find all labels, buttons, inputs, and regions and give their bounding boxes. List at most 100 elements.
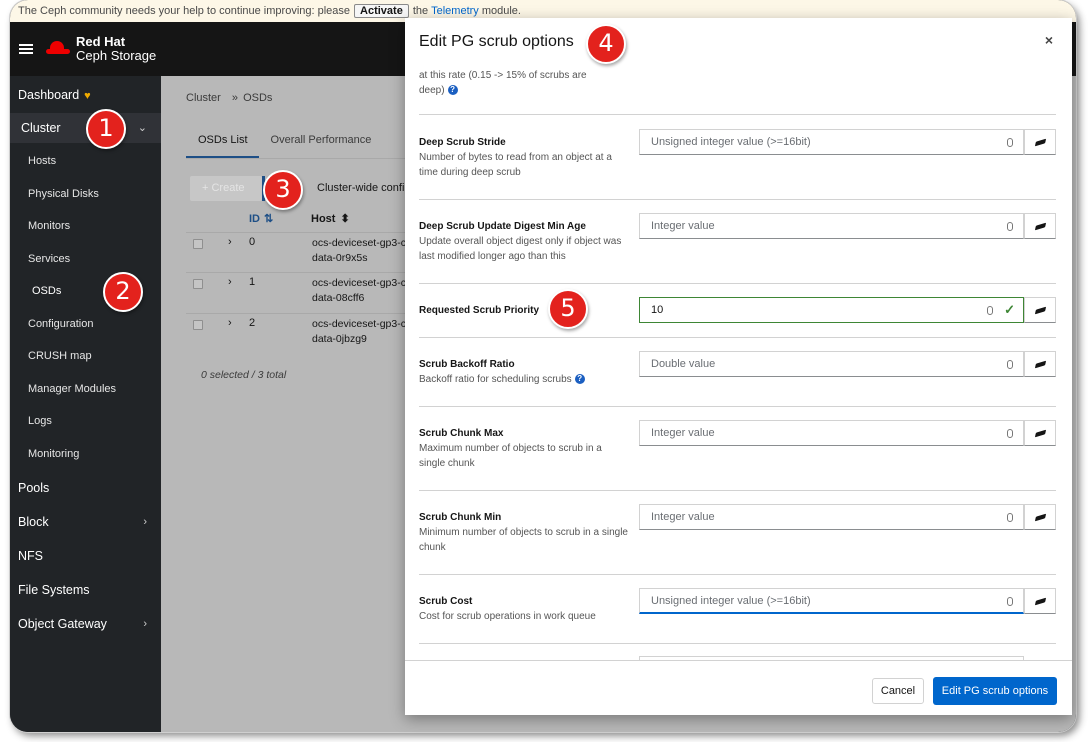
- spinner-icon[interactable]: [1007, 513, 1013, 522]
- row-host-line2: data-08cff6: [312, 292, 365, 304]
- sidebar-item-services[interactable]: Services: [10, 244, 161, 274]
- field-label: Deep Scrub Update Digest Min Age: [419, 221, 586, 232]
- row-id: 2: [249, 317, 256, 329]
- close-icon[interactable]: ×: [1045, 32, 1053, 48]
- spinner-icon[interactable]: [1007, 429, 1013, 438]
- requested-scrub-priority-input[interactable]: 10 ✓: [639, 297, 1024, 323]
- notification-suffix: the: [412, 5, 429, 17]
- check-icon: ✓: [1004, 302, 1015, 317]
- spinner-icon[interactable]: [1007, 222, 1013, 231]
- help-icon[interactable]: ?: [447, 85, 458, 96]
- sidebar-item-label: Object Gateway: [18, 617, 107, 631]
- field-description-text: Backoff ratio for scheduling scrubs: [419, 374, 572, 385]
- row-host: ocs-deviceset-gp3-c data-08cff6: [312, 276, 406, 306]
- sidebar-item-crush-map[interactable]: CRUSH map: [10, 341, 161, 371]
- sidebar-item-configuration[interactable]: Configuration: [10, 309, 161, 339]
- row-checkbox[interactable]: [193, 239, 203, 249]
- sidebar-item-physical-disks[interactable]: Physical Disks: [10, 179, 161, 209]
- sidebar-item-label: Physical Disks: [28, 188, 99, 200]
- scrub-cost-input[interactable]: Unsigned integer value (>=16bit): [639, 588, 1024, 614]
- row-checkbox[interactable]: [193, 320, 203, 330]
- table-row: › 1 ocs-deviceset-gp3-c data-08cff6: [186, 272, 416, 312]
- spinner-icon[interactable]: [1007, 138, 1013, 147]
- divider: [419, 406, 1056, 407]
- field-description: Cost for scrub operations in work queue: [419, 611, 596, 622]
- field-label: Scrub Backoff Ratio: [419, 359, 515, 370]
- create-button[interactable]: + Create: [190, 176, 262, 201]
- eraser-icon: [1034, 138, 1046, 146]
- sort-ascending-icon: ⇅: [264, 213, 274, 225]
- expand-chevron-icon[interactable]: ›: [228, 236, 232, 248]
- breadcrumb-cluster[interactable]: Cluster: [186, 92, 221, 104]
- row-host: ocs-deviceset-gp3-c data-0jbzg9: [312, 317, 406, 347]
- deep-scrub-update-digest-min-age-input[interactable]: Integer value: [639, 213, 1024, 239]
- column-header-host[interactable]: Host ⬍: [311, 212, 350, 225]
- chevron-down-icon: ⌄: [137, 122, 147, 134]
- sidebar-item-object-gateway[interactable]: Object Gateway ›: [10, 609, 161, 639]
- health-heart-icon: ♥: [84, 90, 91, 102]
- telemetry-link[interactable]: Telemetry: [431, 5, 479, 17]
- sidebar-item-label: Block: [18, 515, 49, 529]
- submit-button[interactable]: Edit PG scrub options: [933, 677, 1057, 705]
- scrub-backoff-ratio-input[interactable]: Double value: [639, 351, 1024, 377]
- sidebar-item-label: Dashboard: [18, 88, 80, 102]
- field-description: Backoff ratio for scheduling scrubs?: [419, 372, 629, 387]
- clear-button[interactable]: [1024, 351, 1056, 377]
- clear-button[interactable]: [1024, 213, 1056, 239]
- field-label-block: Deep Scrub Stride Number of bytes to rea…: [419, 135, 629, 180]
- input-placeholder: Unsigned integer value (>=16bit): [651, 595, 811, 607]
- clear-button[interactable]: [1024, 504, 1056, 530]
- row-id: 1: [249, 276, 256, 288]
- spinner-icon[interactable]: [1007, 360, 1013, 369]
- column-header-id[interactable]: ID ⇅: [249, 212, 273, 225]
- divider: [419, 283, 1056, 284]
- eraser-icon: [1034, 429, 1046, 437]
- callout-badge-5: 5: [548, 289, 588, 329]
- sidebar-item-hosts[interactable]: Hosts: [10, 146, 161, 176]
- clear-button[interactable]: [1024, 129, 1056, 155]
- sidebar-item-manager-modules[interactable]: Manager Modules: [10, 374, 161, 404]
- divider: [419, 574, 1056, 575]
- field-label-block: Scrub Cost Cost for scrub operations in …: [419, 594, 629, 624]
- sidebar-item-monitoring[interactable]: Monitoring: [10, 439, 161, 469]
- sidebar-item-file-systems[interactable]: File Systems: [10, 575, 161, 605]
- deep-scrub-stride-input[interactable]: Unsigned integer value (>=16bit): [639, 129, 1024, 155]
- cancel-button[interactable]: Cancel: [872, 678, 924, 704]
- clear-button[interactable]: [1024, 588, 1056, 614]
- scrub-chunk-min-input[interactable]: Integer value: [639, 504, 1024, 530]
- divider: [419, 337, 1056, 338]
- divider: [419, 490, 1056, 491]
- sidebar-item-pools[interactable]: Pools: [10, 473, 161, 503]
- expand-chevron-icon[interactable]: ›: [228, 317, 232, 329]
- eraser-icon: [1034, 222, 1046, 230]
- field-description: Maximum number of objects to scrub in a …: [419, 443, 602, 469]
- activate-button[interactable]: Activate: [354, 4, 409, 18]
- spinner-icon[interactable]: [987, 306, 993, 315]
- tab-divider: [186, 158, 416, 159]
- clear-button[interactable]: [1024, 297, 1056, 323]
- sidebar-item-nfs[interactable]: NFS: [10, 541, 161, 571]
- input-placeholder: Integer value: [651, 220, 715, 232]
- row-host-line1: ocs-deviceset-gp3-c: [312, 318, 406, 330]
- sidebar-item-logs[interactable]: Logs: [10, 406, 161, 436]
- tab-osds-list[interactable]: OSDs List: [186, 132, 259, 159]
- input-placeholder: Integer value: [651, 511, 715, 523]
- expand-chevron-icon[interactable]: ›: [228, 276, 232, 288]
- help-icon[interactable]: ?: [574, 374, 585, 385]
- row-checkbox[interactable]: [193, 279, 203, 289]
- tab-overall-performance[interactable]: Overall Performance: [259, 132, 383, 159]
- sidebar-item-monitors[interactable]: Monitors: [10, 211, 161, 241]
- clear-button[interactable]: [1024, 420, 1056, 446]
- breadcrumb-separator: »: [231, 92, 239, 104]
- spinner-icon[interactable]: [1007, 597, 1013, 606]
- menu-icon[interactable]: [19, 44, 33, 54]
- sort-icon: ⬍: [340, 213, 350, 225]
- sidebar-item-label: NFS: [18, 549, 43, 563]
- callout-badge-1: 1: [86, 109, 126, 149]
- sidebar-item-label: Pools: [18, 481, 50, 495]
- row-host-line1: ocs-deviceset-gp3-c: [312, 237, 406, 249]
- sidebar-item-dashboard[interactable]: Dashboard ♥: [10, 80, 161, 110]
- scrub-chunk-max-input[interactable]: Integer value: [639, 420, 1024, 446]
- sidebar-item-block[interactable]: Block ›: [10, 507, 161, 537]
- tab-bar: OSDs List Overall Performance: [186, 132, 382, 159]
